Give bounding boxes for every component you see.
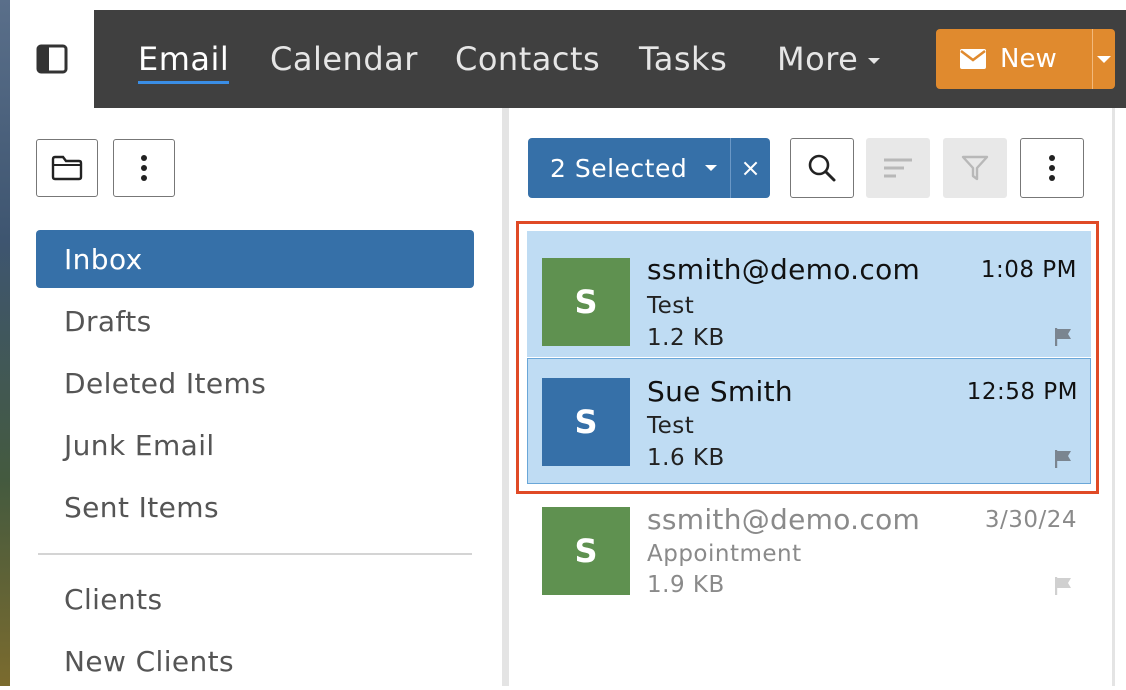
folder-deleted-items[interactable]: Deleted Items <box>36 354 474 412</box>
folder-divider <box>38 553 472 555</box>
nav-more[interactable]: More <box>777 40 881 78</box>
email-size: 1.6 KB <box>647 445 725 471</box>
filter-button[interactable] <box>943 138 1007 198</box>
flag-icon[interactable] <box>1055 449 1073 469</box>
selected-count-label: 2 Selected <box>550 153 688 183</box>
clear-selection-button[interactable]: × <box>731 154 770 182</box>
email-size: 1.2 KB <box>647 325 725 351</box>
new-button-group: New <box>936 29 1115 89</box>
email-sender: ssmith@demo.com <box>647 503 921 536</box>
sort-icon <box>884 158 912 178</box>
pane-splitter[interactable] <box>502 108 509 686</box>
folder-button[interactable] <box>36 139 98 197</box>
email-list-item[interactable]: S ssmith@demo.com Appointment 1.9 KB 3/3… <box>527 485 1091 611</box>
email-time: 3/30/24 <box>984 507 1077 533</box>
nav-calendar[interactable]: Calendar <box>270 40 418 78</box>
email-sender: ssmith@demo.com <box>647 253 921 286</box>
search-button[interactable] <box>790 138 854 198</box>
chevron-down-icon <box>868 58 881 64</box>
folder-new-clients[interactable]: New Clients <box>36 632 474 690</box>
chevron-down-icon <box>705 165 718 171</box>
desktop-backdrop <box>0 0 10 686</box>
folder-options-button[interactable] <box>113 139 175 197</box>
folder-drafts[interactable]: Drafts <box>36 292 474 350</box>
chevron-down-icon <box>1097 55 1111 63</box>
search-icon <box>808 154 836 182</box>
new-dropdown-button[interactable] <box>1093 29 1115 89</box>
filter-icon <box>961 155 989 181</box>
nav-tasks[interactable]: Tasks <box>639 40 727 78</box>
selection-dropdown-button[interactable]: 2 Selected <box>528 138 728 198</box>
email-list-item[interactable]: S Sue Smith Test 1.6 KB 12:58 PM <box>527 358 1091 484</box>
email-sender: Sue Smith <box>647 375 793 408</box>
email-subject: Test <box>647 413 695 439</box>
toggle-sidebar-button[interactable] <box>10 10 94 108</box>
email-list-item[interactable]: S ssmith@demo.com Test 1.2 KB 1:08 PM <box>527 231 1091 357</box>
folder-clients[interactable]: Clients <box>36 570 474 628</box>
sender-avatar: S <box>542 258 630 346</box>
email-time: 1:08 PM <box>980 257 1077 283</box>
folder-icon <box>51 155 83 181</box>
folder-sent-items[interactable]: Sent Items <box>36 478 474 536</box>
envelope-icon <box>960 49 986 69</box>
selection-button-group: 2 Selected × <box>528 138 770 198</box>
email-subject: Appointment <box>647 541 802 567</box>
folder-inbox[interactable]: Inbox <box>36 230 474 288</box>
vertical-ellipsis-icon <box>1049 155 1055 181</box>
flag-icon[interactable] <box>1055 327 1073 347</box>
sidebar-panel-icon <box>36 44 68 74</box>
vertical-ellipsis-icon <box>141 155 147 181</box>
email-size: 1.9 KB <box>647 572 725 598</box>
list-pane-edge <box>1112 108 1115 686</box>
sort-button[interactable] <box>866 138 930 198</box>
nav-contacts[interactable]: Contacts <box>455 40 600 78</box>
list-options-button[interactable] <box>1020 138 1084 198</box>
nav-email[interactable]: Email <box>138 40 230 84</box>
sender-avatar: S <box>542 507 630 595</box>
new-email-button[interactable]: New <box>936 29 1068 89</box>
new-button-label: New <box>1000 44 1057 74</box>
email-time: 12:58 PM <box>966 379 1078 405</box>
window-top-edge <box>10 0 1126 10</box>
email-subject: Test <box>647 293 695 319</box>
nav-more-label: More <box>777 40 859 78</box>
sender-avatar: S <box>542 378 630 466</box>
flag-icon[interactable] <box>1055 576 1073 596</box>
folder-junk-email[interactable]: Junk Email <box>36 416 474 474</box>
